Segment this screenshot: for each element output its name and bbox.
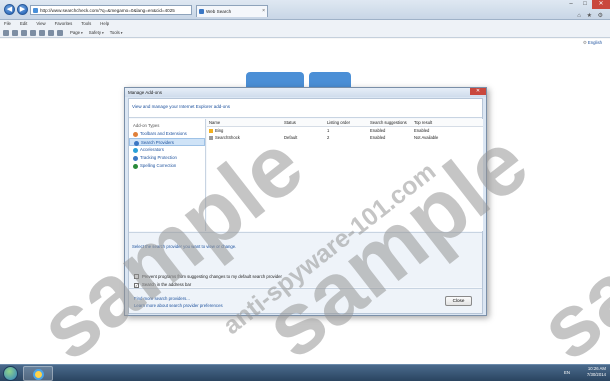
provider-name: SearchShock: [215, 135, 240, 140]
addon-type-tracking-protection[interactable]: Tracking Protection: [129, 154, 205, 162]
menu-view[interactable]: View: [36, 20, 45, 28]
dialog-body: View and manage your Internet Explorer a…: [128, 98, 483, 314]
menu-edit[interactable]: Edit: [20, 20, 27, 28]
safety-menu[interactable]: Safety: [89, 28, 104, 38]
addon-type-label: Tracking Protection: [140, 155, 177, 160]
command-icons: [3, 30, 63, 36]
spelling-icon: [133, 164, 138, 169]
table-row[interactable]: Bing 1 Enabled Enabled: [207, 127, 483, 134]
back-button[interactable]: ◀: [4, 4, 15, 15]
column-header-top-result[interactable]: Top result: [412, 119, 482, 126]
language-indicator[interactable]: EN: [564, 370, 570, 375]
addon-type-label: Search Providers: [141, 140, 174, 145]
prevent-changes-checkbox[interactable]: Prevent programs from suggesting changes…: [134, 274, 282, 280]
checkbox-label: Search in the address bar: [142, 282, 192, 287]
address-text: http://www.searchcheck.com/?q=&megamo=0&…: [40, 8, 175, 13]
accelerator-icon: [133, 148, 138, 153]
provider-status: Default: [284, 135, 298, 140]
menu-file[interactable]: File: [4, 20, 11, 28]
back-arrow-icon: ◀: [6, 6, 13, 13]
addon-types-pane: Add-on Types Toolbars and Extensions Sea…: [129, 119, 206, 231]
taskbar-browser-button[interactable]: [23, 366, 53, 381]
tab-title: Web Search: [206, 9, 232, 14]
read-mail-icon[interactable]: [12, 30, 18, 36]
provider-suggestions: Enabled: [370, 135, 386, 140]
checkbox-label: Prevent programs from suggesting changes…: [142, 274, 282, 279]
shield-icon: [133, 156, 138, 161]
find-more-providers-link[interactable]: Find more search providers...: [134, 296, 190, 301]
browser-titlebar: ◀ ▶ http://www.searchcheck.com/?q=&megam…: [0, 0, 610, 20]
print-icon[interactable]: [21, 30, 27, 36]
command-menus: Page Safety Tools: [70, 28, 122, 38]
column-header-listing-order[interactable]: Listing order: [325, 119, 368, 126]
favorites-icon[interactable]: [39, 30, 45, 36]
window-close-button[interactable]: ✕: [592, 0, 610, 9]
column-header-search-suggestions[interactable]: Search suggestions: [368, 119, 412, 126]
taskbar: EN 10:26 AM 7/30/2014: [0, 364, 610, 381]
menu-tools[interactable]: Tools: [81, 20, 91, 28]
start-button[interactable]: [3, 366, 18, 381]
learn-more-link[interactable]: Learn more about search provider prefere…: [134, 303, 223, 308]
search-providers-list: Name Status Listing order Search suggest…: [207, 119, 483, 231]
minimize-button[interactable]: –: [564, 0, 578, 9]
addon-type-search-providers[interactable]: Search Providers: [129, 138, 205, 146]
dialog-header-link[interactable]: View and manage your Internet Explorer a…: [129, 99, 482, 118]
window-controls: – □ ✕: [564, 0, 610, 11]
home-icon[interactable]: [30, 30, 36, 36]
provider-order: 1: [327, 128, 330, 133]
provider-suggestions: Enabled: [370, 128, 386, 133]
tab-web-search[interactable]: Web Search ×: [196, 5, 268, 17]
provider-status: [282, 127, 325, 134]
addon-type-label: Spelling Correction: [140, 163, 177, 168]
history-icon[interactable]: [48, 30, 54, 36]
dialog-close-icon[interactable]: ✕: [470, 88, 486, 95]
addons-icon[interactable]: [57, 30, 63, 36]
bing-icon: [209, 128, 213, 133]
site-icon: [33, 8, 38, 13]
maximize-button[interactable]: □: [578, 0, 592, 9]
provider-top-result: Not Available: [414, 135, 439, 140]
addon-type-label: Accelerators: [140, 147, 164, 152]
provider-name: Bing: [215, 128, 224, 133]
language-link[interactable]: English: [583, 40, 602, 46]
system-clock[interactable]: 10:26 AM 7/30/2014: [587, 366, 606, 378]
provider-top-result: Enabled: [414, 128, 430, 133]
addon-type-spelling-correction[interactable]: Spelling Correction: [129, 162, 205, 170]
search-provider-icon: [209, 135, 213, 140]
clock-date: 7/30/2014: [586, 372, 606, 377]
forward-button[interactable]: ▶: [17, 4, 28, 15]
close-button[interactable]: Close: [445, 296, 472, 306]
tab-favicon-icon: [199, 9, 204, 14]
list-header: Name Status Listing order Search suggest…: [207, 119, 483, 127]
address-bar[interactable]: http://www.searchcheck.com/?q=&megamo=0&…: [30, 5, 192, 15]
addon-type-label: Toolbars and Extensions: [140, 131, 187, 136]
page-menu[interactable]: Page: [70, 28, 83, 38]
column-header-status[interactable]: Status: [282, 119, 325, 126]
manage-addons-dialog: Manage Add-ons ✕ View and manage your In…: [124, 87, 487, 316]
addon-type-accelerators[interactable]: Accelerators: [129, 146, 205, 154]
checkbox-unchecked-icon[interactable]: [134, 274, 139, 279]
gear-icon: [133, 132, 138, 137]
addon-type-toolbars[interactable]: Toolbars and Extensions: [129, 130, 205, 138]
tools-menu[interactable]: Tools: [110, 28, 123, 38]
home-favorites-tools-icons[interactable]: ⌂ ★ ⚙: [577, 12, 605, 19]
internet-explorer-icon: [33, 369, 44, 380]
forward-arrow-icon: ▶: [19, 6, 26, 13]
provider-name-cell: Bing: [207, 127, 282, 134]
dialog-footer: Find more search providers... Learn more…: [129, 288, 482, 313]
detail-pane: Select the search provider you want to v…: [129, 232, 482, 288]
provider-name-cell: SearchShock: [207, 134, 282, 141]
addon-types-title: Add-on Types: [133, 123, 160, 128]
menu-bar: File Edit View Favorites Tools Help: [0, 20, 610, 28]
table-row[interactable]: SearchShock Default 2 Enabled Not Availa…: [207, 134, 483, 141]
column-header-name[interactable]: Name: [207, 119, 282, 126]
menu-favorites[interactable]: Favorites: [55, 20, 73, 28]
provider-order: 2: [327, 135, 330, 140]
detail-hint: Select the search provider you want to v…: [132, 244, 237, 249]
feeds-icon[interactable]: [3, 30, 9, 36]
menu-help[interactable]: Help: [100, 20, 109, 28]
command-bar: Page Safety Tools: [0, 28, 610, 38]
tab-close-icon[interactable]: ×: [262, 6, 265, 17]
dialog-title: Manage Add-ons: [125, 88, 486, 97]
